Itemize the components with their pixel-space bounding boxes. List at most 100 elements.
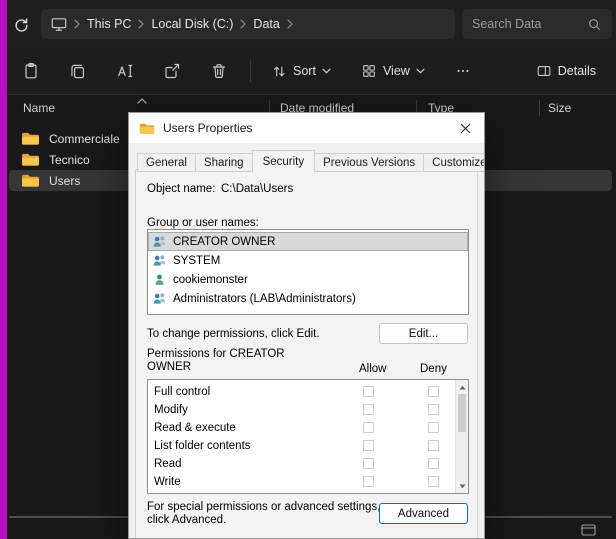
group-icon — [152, 235, 167, 248]
object-name-label: Object name: — [147, 183, 215, 195]
allow-checkbox[interactable] — [363, 440, 374, 451]
dialog-tabs: General Sharing Security Previous Versio… — [137, 150, 485, 172]
advanced-hint: For special permissions or advanced sett… — [147, 501, 380, 527]
group-icon — [152, 292, 167, 305]
allow-checkbox[interactable] — [363, 386, 374, 397]
permission-row[interactable]: Write — [148, 473, 468, 491]
permission-row[interactable]: List folder contents — [148, 437, 468, 455]
breadcrumb-this-pc[interactable]: This PC — [87, 17, 131, 31]
copy-button[interactable] — [62, 55, 94, 87]
address-bar[interactable]: This PC Local Disk (C:) Data — [41, 9, 455, 39]
group-or-user-names-label: Group or user names: — [147, 217, 259, 229]
close-button[interactable] — [450, 115, 480, 141]
deny-checkbox[interactable] — [428, 476, 439, 487]
allow-checkbox[interactable] — [363, 458, 374, 469]
breadcrumb-local-disk-c[interactable]: Local Disk (C:) — [151, 17, 233, 31]
allow-checkbox[interactable] — [363, 404, 374, 415]
allow-column-label: Allow — [359, 363, 386, 375]
file-name: Tecnico — [49, 153, 90, 167]
permission-row[interactable]: Full control — [148, 383, 468, 401]
rename-icon — [116, 62, 134, 80]
file-name: Users — [49, 174, 80, 188]
scrollbar-thumb[interactable] — [458, 394, 466, 432]
permissions-for-line2: OWNER — [147, 361, 292, 374]
allow-checkbox[interactable] — [363, 476, 374, 487]
permission-row[interactable]: Read — [148, 455, 468, 473]
permissions-listbox: Full control Modify Read & execute List … — [147, 379, 469, 494]
sort-label: Sort — [293, 64, 316, 78]
rename-button[interactable] — [109, 55, 141, 87]
principal-row[interactable]: SYSTEM — [148, 251, 468, 270]
principal-row[interactable]: CREATOR OWNER — [148, 232, 468, 251]
tab-customize[interactable]: Customize — [423, 153, 485, 172]
deny-checkbox[interactable] — [428, 422, 439, 433]
chevron-right-icon — [240, 19, 246, 29]
allow-checkbox[interactable] — [363, 422, 374, 433]
permission-name: Read — [154, 458, 182, 470]
column-header-name[interactable]: Name — [23, 101, 55, 115]
explorer-toolbar: Sort View Details — [7, 48, 616, 95]
details-button[interactable]: Details — [528, 57, 604, 85]
view-label: View — [383, 64, 410, 78]
view-button[interactable]: View — [353, 57, 433, 85]
tab-sharing[interactable]: Sharing — [195, 153, 253, 172]
chevron-down-icon — [416, 68, 425, 74]
details-label: Details — [558, 64, 596, 78]
chevron-right-icon — [287, 19, 293, 29]
close-icon — [460, 123, 471, 134]
more-button[interactable] — [447, 55, 479, 87]
group-icon — [152, 254, 167, 267]
permission-name: Write — [154, 476, 181, 488]
refresh-button[interactable] — [9, 14, 33, 36]
view-icon — [361, 63, 377, 79]
permission-row[interactable]: Read & execute — [148, 419, 468, 437]
deny-checkbox[interactable] — [428, 404, 439, 415]
more-icon — [455, 63, 471, 79]
principal-row[interactable]: cookiemonster — [148, 270, 468, 289]
scroll-down-icon[interactable] — [456, 480, 468, 492]
column-header-size[interactable]: Size — [548, 101, 571, 115]
column-divider[interactable] — [539, 100, 540, 116]
share-button[interactable] — [156, 55, 188, 87]
screen: This PC Local Disk (C:) Data Search Data — [0, 0, 616, 539]
tab-general[interactable]: General — [137, 153, 196, 172]
permissions-for-line1: Permissions for CREATOR — [147, 348, 292, 361]
principal-name: SYSTEM — [173, 255, 220, 267]
deny-checkbox[interactable] — [428, 440, 439, 451]
delete-icon — [210, 62, 228, 80]
scroll-up-icon[interactable] — [456, 381, 468, 393]
file-name: Commerciale — [49, 132, 120, 146]
edit-hint: To change permissions, click Edit. — [147, 328, 320, 340]
copy-icon — [69, 62, 87, 80]
principals-listbox: CREATOR OWNER SYSTEM cookiemonster Admin… — [147, 229, 469, 315]
breadcrumb-data[interactable]: Data — [253, 17, 279, 31]
principal-name: CREATOR OWNER — [173, 236, 275, 248]
view-toggle-icon[interactable] — [581, 524, 596, 536]
object-name-value: C:\Data\Users — [221, 183, 293, 195]
paste-icon — [22, 62, 40, 80]
folder-icon — [21, 131, 40, 146]
sort-icon — [271, 63, 287, 79]
tab-security[interactable]: Security — [252, 150, 316, 173]
properties-dialog: Users Properties General Sharing Securit… — [128, 112, 485, 539]
paste-button[interactable] — [15, 55, 47, 87]
tab-previous-versions[interactable]: Previous Versions — [314, 153, 424, 172]
screen-edge-accent — [0, 0, 7, 539]
deny-checkbox[interactable] — [428, 458, 439, 469]
advanced-button[interactable]: Advanced — [379, 503, 468, 524]
chevron-down-icon — [322, 68, 331, 74]
permission-row[interactable]: Modify — [148, 401, 468, 419]
details-icon — [536, 63, 552, 79]
edit-button[interactable]: Edit... — [379, 323, 468, 344]
delete-button[interactable] — [203, 55, 235, 87]
toolbar-divider — [250, 60, 251, 82]
scrollbar[interactable] — [455, 380, 468, 493]
chevron-right-icon — [74, 19, 80, 29]
principal-row[interactable]: Administrators (LAB\Administrators) — [148, 289, 468, 308]
search-input[interactable]: Search Data — [462, 9, 612, 39]
deny-checkbox[interactable] — [428, 386, 439, 397]
share-icon — [163, 62, 181, 80]
sort-button[interactable]: Sort — [263, 57, 339, 85]
permission-name: List folder contents — [154, 440, 251, 452]
permission-name: Full control — [154, 386, 210, 398]
